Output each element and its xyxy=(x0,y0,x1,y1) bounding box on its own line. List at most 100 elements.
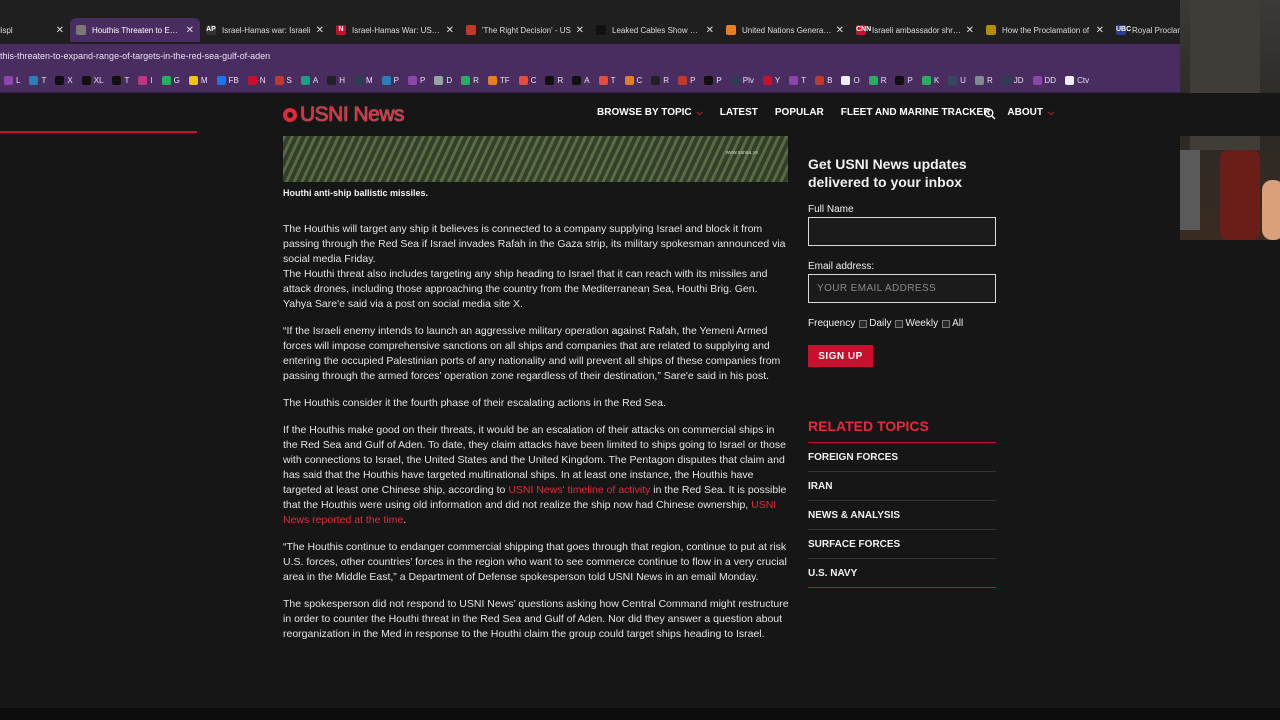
bookmark-favicon-icon xyxy=(1065,75,1075,85)
bookmark-favicon-icon xyxy=(161,75,171,85)
nav-item-about[interactable]: ABOUT ⌵ xyxy=(1007,107,1054,118)
bookmark-item[interactable]: R xyxy=(971,75,998,85)
related-topic-link[interactable]: SURFACE FORCES xyxy=(808,530,996,559)
tab-title: Leaked Cables Show Whit xyxy=(612,25,702,35)
bookmark-item[interactable]: H xyxy=(323,75,350,85)
browser-tab[interactable]: Leaked Cables Show Whit ✕ xyxy=(590,18,720,42)
browser-tab[interactable]: CNN Israeli ambassador shredd ✕ xyxy=(850,18,980,42)
tab-close-icon[interactable]: ✕ xyxy=(316,25,324,36)
bookmark-item[interactable]: R xyxy=(865,75,892,85)
bookmark-item[interactable]: T xyxy=(108,75,134,85)
bookmark-item[interactable]: C xyxy=(621,75,648,85)
related-topic-link[interactable]: U.S. NAVY xyxy=(808,559,996,588)
bookmark-item[interactable]: JD xyxy=(998,75,1029,85)
chevron-down-icon: ⌵ xyxy=(1047,107,1055,117)
bookmark-label: U xyxy=(960,75,966,85)
bookmark-item[interactable]: M xyxy=(185,75,213,85)
frequency-daily-checkbox[interactable] xyxy=(859,319,868,328)
bookmark-item[interactable]: I xyxy=(134,75,157,85)
bookmark-item[interactable]: D xyxy=(430,75,457,85)
tab-close-icon[interactable]: ✕ xyxy=(706,25,714,36)
browser-tab[interactable]: AP Israel-Hamas war: Israeli ✕ xyxy=(200,18,330,42)
bookmark-item[interactable]: R xyxy=(647,75,674,85)
nav-item-fleet-and-marine-tracker[interactable]: FLEET AND MARINE TRACKER xyxy=(841,107,991,118)
related-topic-link[interactable]: NEWS & ANALYSIS xyxy=(808,501,996,530)
tab-close-icon[interactable]: ✕ xyxy=(1096,25,1104,36)
timeline-link[interactable]: USNI News' timeline of activity xyxy=(508,484,650,496)
email-field[interactable]: YOUR EMAIL ADDRESS xyxy=(808,274,996,303)
related-topic-link[interactable]: FOREIGN FORCES xyxy=(808,443,996,472)
tab-close-icon[interactable]: ✕ xyxy=(446,25,454,36)
bookmark-item[interactable]: X xyxy=(51,75,77,85)
bookmark-item[interactable]: O xyxy=(837,75,864,85)
bookmark-item[interactable]: P xyxy=(700,75,726,85)
browser-tab[interactable]: United Nations General A ✕ xyxy=(720,18,850,42)
browser-tab[interactable]: ead says displ ✕ xyxy=(0,18,70,42)
address-bar-url[interactable]: this-threaten-to-expand-range-of-targets… xyxy=(0,51,270,61)
bookmark-item[interactable]: B xyxy=(811,75,837,85)
bookmark-label: Plv xyxy=(742,75,754,85)
bookmark-item[interactable]: P xyxy=(404,75,430,85)
bookmark-label: T xyxy=(610,75,616,85)
bookmark-favicon-icon xyxy=(921,75,931,85)
tab-favicon-icon xyxy=(726,25,736,35)
bookmark-favicon-icon xyxy=(354,75,363,85)
bookmark-item[interactable]: G xyxy=(158,75,185,85)
bookmark-item[interactable]: T xyxy=(595,75,621,85)
full-name-field[interactable] xyxy=(808,217,996,246)
address-bar[interactable]: this-threaten-to-expand-range-of-targets… xyxy=(0,44,1180,68)
bookmark-item[interactable]: U xyxy=(944,75,971,85)
frequency-weekly-checkbox[interactable] xyxy=(895,319,904,328)
bookmark-item[interactable]: T xyxy=(25,75,51,85)
bookmark-item[interactable]: FB xyxy=(213,75,244,85)
bookmark-item[interactable]: DD xyxy=(1029,75,1062,85)
bookmark-item[interactable]: TF xyxy=(484,75,515,85)
bookmark-item[interactable]: C xyxy=(515,75,542,85)
browser-tab[interactable]: How the Proclamation of ✕ xyxy=(980,18,1110,42)
site-logo[interactable]: USNI News xyxy=(283,103,405,127)
browser-tab[interactable]: 'The Right Decision' - US ✕ xyxy=(460,18,590,42)
full-name-label: Full Name xyxy=(808,204,854,215)
tab-close-icon[interactable]: ✕ xyxy=(576,25,584,36)
bookmark-label: Ctv xyxy=(1077,75,1090,85)
bookmark-label: R xyxy=(986,75,993,85)
bookmark-item[interactable]: S xyxy=(271,75,297,85)
bookmark-item[interactable]: T xyxy=(785,75,811,85)
bookmark-item[interactable]: XL xyxy=(78,75,109,85)
nav-item-popular[interactable]: POPULAR xyxy=(775,107,824,118)
bookmark-item[interactable]: K xyxy=(918,75,944,85)
bookmark-item[interactable]: A xyxy=(297,75,323,85)
bookmark-item[interactable]: R xyxy=(541,75,568,85)
sign-up-button[interactable]: SIGN UP xyxy=(808,345,873,367)
related-topic-link[interactable]: IRAN xyxy=(808,472,996,501)
bookmark-item[interactable]: P xyxy=(378,75,404,85)
frequency-all-checkbox[interactable] xyxy=(942,319,951,328)
bookmark-favicon-icon xyxy=(948,75,958,85)
bookmark-item[interactable]: A xyxy=(568,75,594,85)
bookmark-favicon-icon xyxy=(762,75,772,85)
bookmark-item[interactable]: L xyxy=(0,75,25,85)
tab-close-icon[interactable]: ✕ xyxy=(836,25,844,36)
bookmark-item[interactable]: P xyxy=(674,75,700,85)
bookmark-label: A xyxy=(584,75,590,85)
browser-tab[interactable]: N Israel-Hamas War: US Sen ✕ xyxy=(330,18,460,42)
tab-close-icon[interactable]: ✕ xyxy=(56,25,64,36)
browser-tab[interactable]: Houthis Threaten to Expa ✕ xyxy=(70,18,200,42)
bookmark-item[interactable]: Y xyxy=(759,75,785,85)
browser-tab[interactable]: UBCRoyal Proclama✕ xyxy=(1110,18,1180,42)
nav-label: POPULAR xyxy=(774,107,824,118)
bookmark-item[interactable]: N xyxy=(244,75,271,85)
bookmark-item[interactable]: R xyxy=(457,75,484,85)
nav-item-latest[interactable]: LATEST xyxy=(720,107,758,118)
bookmark-favicon-icon xyxy=(868,75,878,85)
bookmark-label: A xyxy=(312,75,319,85)
tab-close-icon[interactable]: ✕ xyxy=(186,25,194,36)
tab-close-icon[interactable]: ✕ xyxy=(966,25,974,36)
bookmark-item[interactable]: Ctv xyxy=(1061,75,1094,85)
search-icon[interactable] xyxy=(984,108,996,120)
bottom-bar xyxy=(0,708,1280,720)
bookmark-item[interactable]: P xyxy=(891,75,917,85)
bookmark-item[interactable]: M xyxy=(350,75,378,85)
bookmark-item[interactable]: Plv xyxy=(727,75,759,85)
nav-item-browse-by-topic[interactable]: BROWSE BY TOPIC ⌵ xyxy=(597,107,703,118)
